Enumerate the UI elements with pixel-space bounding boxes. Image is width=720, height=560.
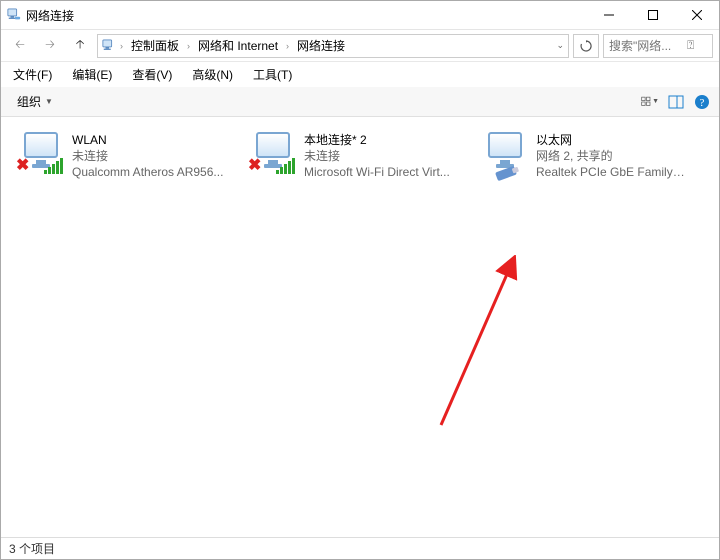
item-text: 以太网 网络 2, 共享的 Realtek PCIe GbE Family C.… — [536, 132, 688, 181]
chevron-down-icon: ▼ — [45, 97, 53, 106]
minimize-button[interactable] — [587, 1, 631, 29]
item-status: 网络 2, 共享的 — [536, 148, 688, 164]
disconnected-x-icon: ✖ — [16, 155, 29, 175]
window-title: 网络连接 — [26, 7, 74, 24]
network-adapter-ethernet[interactable]: 以太网 网络 2, 共享的 Realtek PCIe GbE Family C.… — [475, 127, 693, 186]
menu-advanced[interactable]: 高级(N) — [188, 64, 237, 85]
item-desc: Microsoft Wi-Fi Direct Virt... — [304, 164, 450, 180]
annotation-arrow — [431, 255, 551, 435]
item-text: WLAN 未连接 Qualcomm Atheros AR956... — [72, 132, 223, 181]
content-area: ✖ WLAN 未连接 Qualcomm Atheros AR956... ✖ 本… — [1, 117, 719, 537]
search-icon: ⍰ — [687, 38, 694, 53]
item-status: 未连接 — [72, 148, 223, 164]
item-name: WLAN — [72, 132, 223, 148]
search-input[interactable] — [609, 39, 687, 53]
item-text: 本地连接* 2 未连接 Microsoft Wi-Fi Direct Virt.… — [304, 132, 450, 181]
menu-edit[interactable]: 编辑(E) — [68, 64, 116, 85]
menu-view[interactable]: 查看(V) — [128, 64, 176, 85]
toolbar: 组织 ▼ ▼ ? — [1, 87, 719, 117]
item-desc: Qualcomm Atheros AR956... — [72, 164, 223, 180]
breadcrumb-icon — [102, 39, 116, 53]
breadcrumb-dropdown[interactable]: ⌄ — [556, 40, 564, 51]
organize-label: 组织 — [17, 93, 41, 110]
back-button[interactable]: 🡠 — [7, 33, 33, 59]
breadcrumb-item-2[interactable]: 网络连接 — [293, 35, 349, 56]
toolbar-right: ▼ ? — [641, 93, 711, 111]
maximize-button[interactable] — [631, 1, 675, 29]
chevron-right-icon[interactable]: › — [284, 41, 291, 51]
item-status: 未连接 — [304, 148, 450, 164]
breadcrumb-item-1[interactable]: 网络和 Internet — [194, 35, 282, 56]
forward-button[interactable]: 🡢 — [37, 33, 63, 59]
breadcrumb-item-0[interactable]: 控制面板 — [127, 35, 183, 56]
app-icon — [7, 8, 21, 22]
menu-file[interactable]: 文件(F) — [9, 64, 56, 85]
help-button[interactable]: ? — [693, 93, 711, 111]
search-box[interactable]: ⍰ — [603, 34, 713, 58]
menu-tools[interactable]: 工具(T) — [249, 64, 296, 85]
view-mode-button[interactable]: ▼ — [641, 93, 659, 111]
titlebar: 网络连接 — [1, 1, 719, 29]
menubar: 文件(F) 编辑(E) 查看(V) 高级(N) 工具(T) — [1, 61, 719, 87]
item-name: 以太网 — [536, 132, 688, 148]
network-adapter-wlan[interactable]: ✖ WLAN 未连接 Qualcomm Atheros AR956... — [11, 127, 229, 186]
organize-button[interactable]: 组织 ▼ — [9, 90, 61, 113]
wifi-direct-icon: ✖ — [248, 132, 296, 174]
toolbar-left: 组织 ▼ — [9, 90, 61, 113]
up-button[interactable]: 🡡 — [67, 33, 93, 59]
window-controls — [587, 1, 719, 29]
svg-text:?: ? — [700, 97, 705, 109]
item-desc: Realtek PCIe GbE Family C... — [536, 164, 688, 180]
status-text: 3 个项目 — [9, 540, 55, 557]
window-frame: 网络连接 🡠 🡢 🡡 › 控制面板 › 网络和 Internet › 网络连接 … — [0, 0, 720, 560]
titlebar-left: 网络连接 — [7, 7, 74, 24]
navbar: 🡠 🡢 🡡 › 控制面板 › 网络和 Internet › 网络连接 ⌄ ⍰ — [1, 29, 719, 61]
preview-pane-button[interactable] — [667, 93, 685, 111]
close-button[interactable] — [675, 1, 719, 29]
chevron-right-icon[interactable]: › — [118, 41, 125, 51]
network-adapter-local2[interactable]: ✖ 本地连接* 2 未连接 Microsoft Wi-Fi Direct Vir… — [243, 127, 461, 186]
chevron-right-icon[interactable]: › — [185, 41, 192, 51]
item-name: 本地连接* 2 — [304, 132, 450, 148]
wlan-icon: ✖ — [16, 132, 64, 174]
breadcrumb[interactable]: › 控制面板 › 网络和 Internet › 网络连接 ⌄ — [97, 34, 569, 58]
refresh-button[interactable] — [573, 34, 599, 58]
statusbar: 3 个项目 — [1, 537, 719, 559]
ethernet-icon — [480, 132, 528, 174]
disconnected-x-icon: ✖ — [248, 155, 261, 175]
